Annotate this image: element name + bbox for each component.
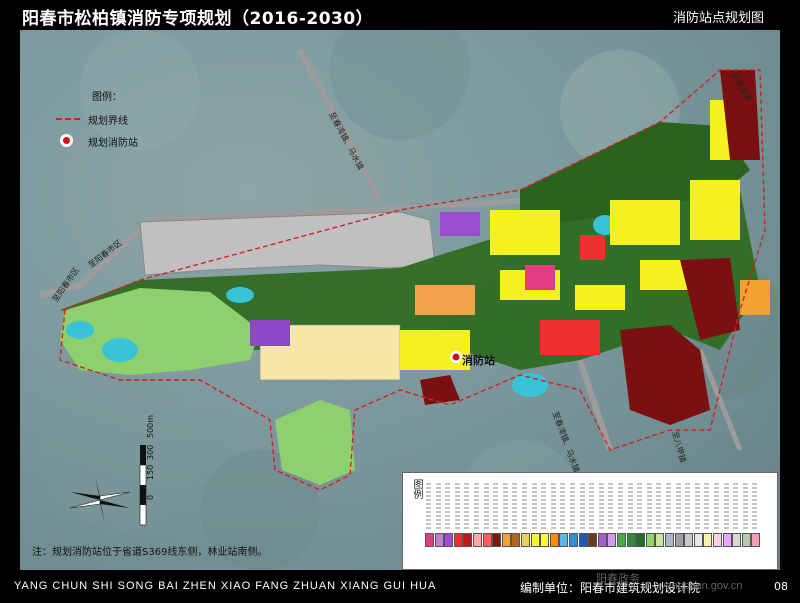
landuse-swatch-caption <box>714 483 719 529</box>
landuse-swatch <box>425 533 434 547</box>
landuse-swatch <box>684 533 694 547</box>
map-title: 阳春市松柏镇消防专项规划（2016-2030） <box>22 9 374 29</box>
landuse-swatch <box>626 533 636 547</box>
landuse-swatch-caption <box>666 483 671 529</box>
landuse-swatch-caption <box>502 483 508 529</box>
sheet-name: 消防站点规划图 <box>672 11 764 26</box>
page-number: 08 <box>774 580 788 593</box>
landuse-swatch <box>617 533 626 547</box>
landuse-swatch-caption <box>608 483 614 529</box>
landuse-swatch-caption <box>541 483 547 529</box>
landuse-swatch-caption <box>627 483 633 529</box>
landuse-swatch-caption <box>656 483 662 529</box>
landuse-swatch <box>559 533 569 547</box>
scale-label-500: 500m <box>146 414 155 438</box>
landuse-swatch-caption <box>723 483 729 529</box>
landuse-swatch <box>530 533 540 547</box>
map-note: 注：规划消防站位于省道S369线东侧，林业站南侧。 <box>32 547 268 558</box>
landuse-swatch <box>521 533 530 547</box>
landuse-swatch <box>501 533 511 547</box>
watermark-url: yangchun.gov.cn <box>660 580 743 592</box>
landuse-swatch-caption <box>646 483 652 529</box>
landuse-swatch <box>703 533 713 547</box>
landuse-swatch <box>578 533 588 547</box>
landuse-swatch-caption <box>579 483 585 529</box>
landuse-swatch-caption <box>637 483 643 529</box>
legend-heading: 图例： <box>92 92 122 103</box>
landuse-legend-heading: 图例 <box>411 479 422 499</box>
landuse-swatch-caption <box>512 483 518 529</box>
landuse-swatch-caption <box>560 483 566 529</box>
landuse-swatch-caption <box>742 483 748 529</box>
landuse-swatch <box>732 533 742 547</box>
landuse-swatch <box>492 533 502 547</box>
landuse-swatch-caption <box>570 483 575 529</box>
gray-block <box>139 211 436 276</box>
landuse-swatch-caption <box>531 483 537 529</box>
landuse-swatch <box>588 533 598 547</box>
landuse-swatch <box>473 533 482 547</box>
landuse-swatch-caption <box>550 483 556 529</box>
landuse-swatch <box>463 533 473 547</box>
landuse-swatch-caption <box>598 483 604 529</box>
pinyin-title: YANG CHUN SHI SONG BAI ZHEN XIAO FANG ZH… <box>14 580 437 592</box>
landuse-swatch <box>655 533 665 547</box>
landuse-swatch <box>713 533 722 547</box>
landuse-swatch-caption <box>685 483 691 529</box>
landuse-swatch-caption <box>474 483 479 529</box>
landuse-swatch-caption <box>426 483 431 529</box>
landuse-swatch-caption <box>435 483 441 529</box>
landuse-swatch <box>511 533 521 547</box>
landuse-swatch <box>453 533 463 547</box>
landuse-swatch <box>444 533 454 547</box>
landuse-swatch <box>434 533 444 547</box>
landuse-swatch-caption <box>733 483 739 529</box>
landuse-swatch-caption <box>464 483 470 529</box>
landuse-swatch <box>665 533 674 547</box>
scale-label-150: 150 <box>146 464 155 480</box>
landuse-swatch-caption <box>618 483 623 529</box>
station-label: 消防站 <box>462 354 495 367</box>
scale-label-0: 0 <box>146 494 155 500</box>
fire-station-icon <box>60 134 73 147</box>
legend-item-label: 规划消防站 <box>88 138 138 149</box>
landuse-swatch <box>540 533 550 547</box>
landuse-swatch <box>607 533 617 547</box>
landuse-swatch-caption <box>483 483 489 529</box>
footer-bar: YANG CHUN SHI SONG BAI ZHEN XIAO FANG ZH… <box>0 572 800 603</box>
landuse-swatch <box>693 533 703 547</box>
landuse-swatch-caption <box>445 483 451 529</box>
legend-panel: 图例： 规划界线 规划消防站 <box>48 88 198 158</box>
landuse-swatch <box>751 533 761 547</box>
landuse-swatch-caption <box>704 483 710 529</box>
landuse-swatch-caption <box>752 483 758 529</box>
legend-item-label: 规划界线 <box>88 116 128 127</box>
landuse-swatch <box>722 533 732 547</box>
landuse-swatch <box>597 533 607 547</box>
landuse-swatch <box>741 533 751 547</box>
scale-label-300: 300 <box>146 444 155 460</box>
landuse-swatch-caption <box>493 483 499 529</box>
fire-station-marker[interactable] <box>450 351 462 363</box>
landuse-swatch-caption <box>589 483 595 529</box>
landuse-swatch <box>569 533 578 547</box>
landuse-swatch <box>549 533 559 547</box>
landuse-swatch-caption <box>675 483 681 529</box>
watermark-cn: 阳春政务 <box>596 572 640 585</box>
landuse-swatch-caption <box>454 483 460 529</box>
landuse-swatch-caption <box>694 483 700 529</box>
landuse-legend: 图例 <box>402 472 778 570</box>
landuse-swatch <box>636 533 646 547</box>
landuse-swatch <box>645 533 655 547</box>
landuse-swatch <box>482 533 492 547</box>
title-bar: 阳春市松柏镇消防专项规划（2016-2030） 消防站点规划图 <box>0 0 800 30</box>
landuse-swatch-caption <box>522 483 527 529</box>
landuse-swatch <box>674 533 684 547</box>
boundary-line-icon <box>56 118 80 120</box>
